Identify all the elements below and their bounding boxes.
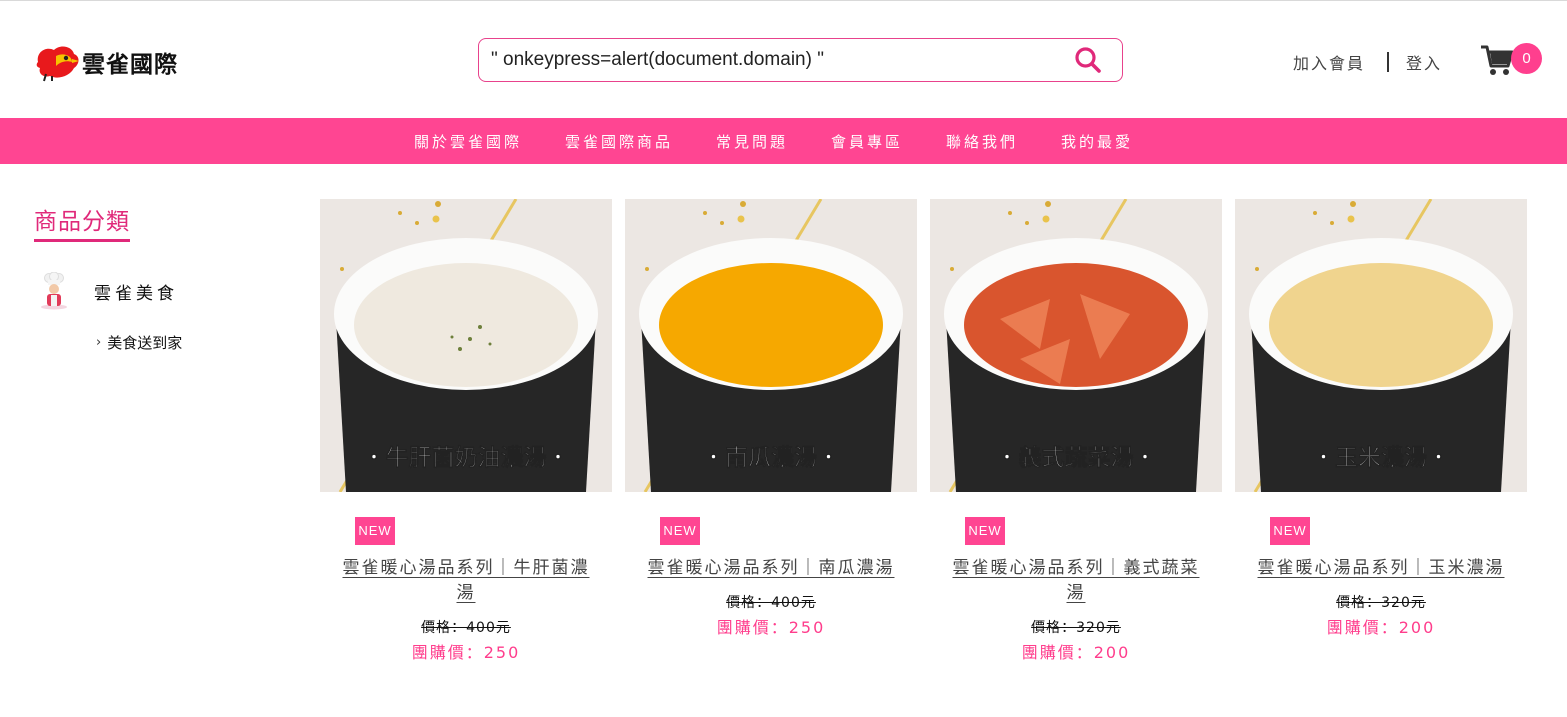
group-price: 團購價：200 xyxy=(1326,618,1436,637)
nav-member[interactable]: 會員專區 xyxy=(831,131,903,152)
login-link[interactable]: 登入 xyxy=(1406,50,1442,74)
nav-favorites[interactable]: 我的最愛 xyxy=(1061,131,1133,152)
skylark-logo-icon xyxy=(36,46,79,82)
cart-count-badge: 0 xyxy=(1511,43,1542,74)
product-image[interactable]: ・玉米濃湯・ xyxy=(1235,199,1527,492)
nav-contact[interactable]: 聯絡我們 xyxy=(946,131,1018,152)
product-image-caption: ・南瓜濃湯・ xyxy=(702,444,840,471)
new-badge: NEW xyxy=(355,517,395,545)
original-price: 價格：400元 xyxy=(726,595,816,611)
brand-logo[interactable]: 雲雀國際 xyxy=(34,41,178,83)
site-header: 雲雀國際 加入會員 登入 0 xyxy=(0,1,1567,118)
category-item-food[interactable]: 雲雀美食 xyxy=(36,272,178,310)
product-name-link[interactable]: 雲雀暖心湯品系列｜玉米濃湯 xyxy=(1251,556,1511,581)
group-price: 團購價：200 xyxy=(1021,643,1131,662)
new-badge: NEW xyxy=(965,517,1005,545)
subcategory-label: 美食送到家 xyxy=(107,334,183,352)
search-icon[interactable] xyxy=(1073,45,1103,75)
join-member-link[interactable]: 加入會員 xyxy=(1293,50,1365,74)
product-image-caption: ・玉米濃湯・ xyxy=(1312,444,1450,471)
chef-icon xyxy=(41,272,67,310)
category-title: 商品分類 xyxy=(34,202,130,242)
search-bar xyxy=(478,38,1123,82)
category-label: 雲雀美食 xyxy=(94,283,178,304)
divider xyxy=(1387,52,1390,72)
product-card[interactable]: ・義式蔬菜湯・ NEW 雲雀暖心湯品系列｜義式蔬菜湯 價格：320元 團購價：2… xyxy=(930,199,1222,662)
main-nav: 關於雲雀國際 雲雀國際商品 常見問題 會員專區 聯絡我們 我的最愛 xyxy=(0,118,1567,164)
group-price: 團購價：250 xyxy=(716,618,826,637)
subcategory-link[interactable]: › 美食送到家 xyxy=(96,332,182,353)
new-badge: NEW xyxy=(1270,517,1310,545)
soup-fill xyxy=(659,263,883,387)
nav-products[interactable]: 雲雀國際商品 xyxy=(565,131,673,152)
product-image[interactable]: ・牛肝菌奶油濃湯・ xyxy=(320,199,612,492)
cart-icon[interactable] xyxy=(1480,43,1514,77)
product-image[interactable]: ・義式蔬菜湯・ xyxy=(930,199,1222,492)
account-links: 加入會員 登入 xyxy=(1293,50,1442,74)
new-badge: NEW xyxy=(660,517,700,545)
original-price: 價格：320元 xyxy=(1031,620,1121,636)
original-price: 價格：320元 xyxy=(1336,595,1426,611)
product-image[interactable]: ・南瓜濃湯・ xyxy=(625,199,917,492)
soup-fill xyxy=(964,263,1188,387)
original-price: 價格：400元 xyxy=(421,620,511,636)
product-image-caption: ・牛肝菌奶油濃湯・ xyxy=(363,444,570,471)
product-card[interactable]: ・南瓜濃湯・ NEW 雲雀暖心湯品系列｜南瓜濃湯 價格：400元 團購價：250 xyxy=(625,199,917,637)
brand-name: 雲雀國際 xyxy=(82,52,178,78)
product-card[interactable]: ・牛肝菌奶油濃湯・ NEW 雲雀暖心湯品系列｜牛肝菌濃湯 價格：400元 團購價… xyxy=(320,199,612,662)
group-price: 團購價：250 xyxy=(411,643,521,662)
product-image-caption: ・義式蔬菜湯・ xyxy=(996,444,1157,471)
search-input[interactable] xyxy=(479,39,1059,81)
product-name-link[interactable]: 雲雀暖心湯品系列｜南瓜濃湯 xyxy=(641,556,901,581)
nav-faq[interactable]: 常見問題 xyxy=(716,131,788,152)
soup-fill xyxy=(354,263,578,387)
product-name-link[interactable]: 雲雀暖心湯品系列｜義式蔬菜湯 xyxy=(946,556,1206,606)
product-card[interactable]: ・玉米濃湯・ NEW 雲雀暖心湯品系列｜玉米濃湯 價格：320元 團購價：200 xyxy=(1235,199,1527,637)
chevron-right-icon: › xyxy=(96,335,102,350)
soup-fill xyxy=(1269,263,1493,387)
nav-about[interactable]: 關於雲雀國際 xyxy=(414,131,522,152)
product-name-link[interactable]: 雲雀暖心湯品系列｜牛肝菌濃湯 xyxy=(336,556,596,606)
